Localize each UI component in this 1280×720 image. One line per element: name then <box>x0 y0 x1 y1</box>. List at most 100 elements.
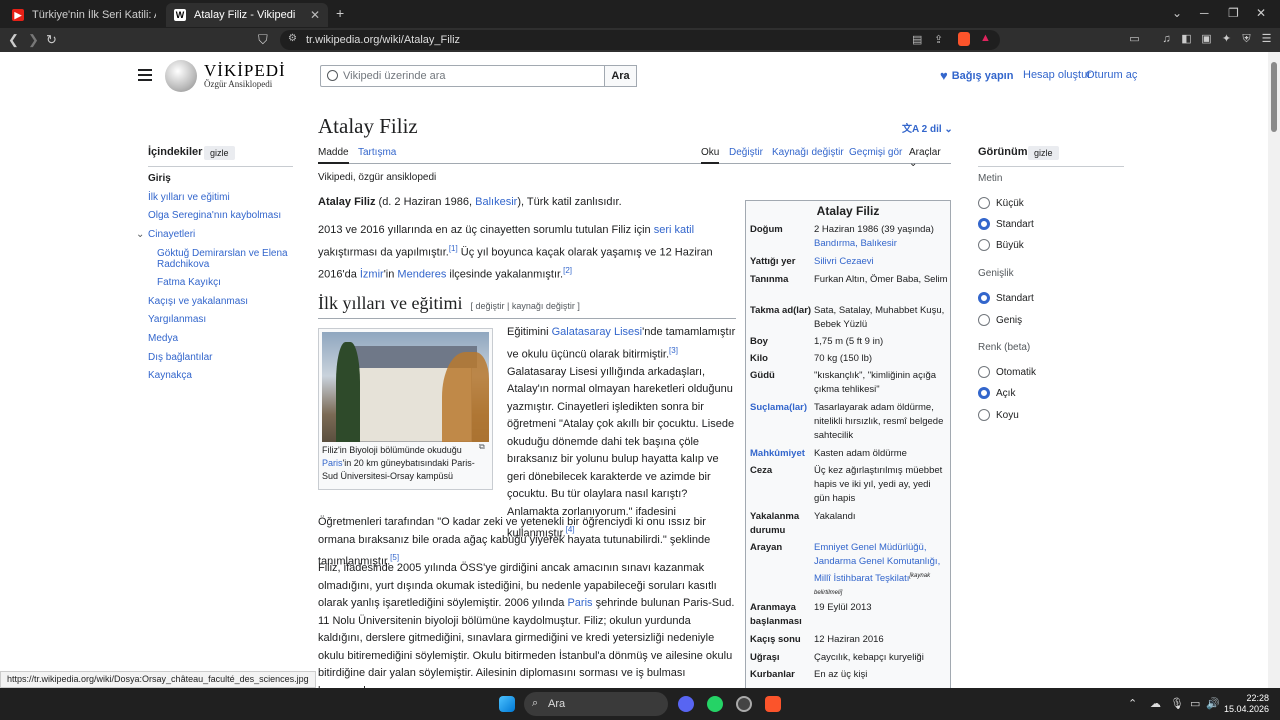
radio-button[interactable] <box>978 409 990 421</box>
link-galatasaray[interactable]: Galatasaray Lisesi <box>552 326 643 338</box>
menu-icon[interactable]: ☰ <box>1260 33 1273 46</box>
reference-link[interactable]: [2] <box>563 266 572 275</box>
close-window-icon[interactable]: ✕ <box>1256 6 1266 20</box>
whatsapp-icon[interactable] <box>707 696 723 712</box>
radio-button[interactable] <box>978 292 990 304</box>
wordmark[interactable]: VİKİPEDİ <box>204 61 286 81</box>
radio-button[interactable] <box>978 314 990 326</box>
appearance-hide-button[interactable]: gizle <box>1028 146 1059 160</box>
toc-item[interactable]: Cinayetleri <box>148 229 288 240</box>
main-menu-icon[interactable] <box>138 69 152 84</box>
radio-button[interactable] <box>978 239 990 251</box>
sidebar-icon[interactable]: ▭ <box>1128 33 1141 46</box>
tab-article[interactable]: Madde <box>318 147 349 164</box>
forward-icon[interactable]: ❯ <box>28 32 39 48</box>
chevron-up-icon[interactable]: ⌃ <box>1128 697 1137 710</box>
site-info-icon[interactable]: ⚙ <box>288 33 297 44</box>
new-tab-icon[interactable]: + <box>336 5 344 21</box>
bookmark-icon[interactable]: ⛉ <box>258 32 268 48</box>
link-seri-katil[interactable]: seri katil <box>654 224 694 236</box>
share-icon[interactable]: ⇪ <box>934 33 943 46</box>
scrollbar-thumb[interactable] <box>1271 62 1277 132</box>
toc-item[interactable]: Dış bağlantılar <box>148 352 288 363</box>
radio-color-auto[interactable]: Otomatik <box>978 366 1036 378</box>
toc-subitem[interactable]: Göktuğ Demirarslan ve Elena Radchikova <box>157 248 292 270</box>
toc-hide-button[interactable]: gizle <box>204 146 235 160</box>
infobox-value[interactable]: Silivri Cezaevi <box>814 255 948 269</box>
browser-tab-2[interactable]: W Atalay Filiz - Vikipedi ✕ <box>166 3 328 27</box>
toc-item[interactable]: Olga Seregina'nın kaybolması <box>148 210 288 221</box>
search-input[interactable]: Vikipedi üzerinde ara <box>320 65 606 87</box>
volume-icon[interactable]: 🔊 <box>1206 697 1220 710</box>
reference-link[interactable]: [3] <box>669 346 678 355</box>
maximize-icon[interactable]: ❐ <box>1228 6 1239 20</box>
infobox-key[interactable]: Suçlama(lar) <box>750 401 814 443</box>
close-tab-icon[interactable]: ✕ <box>310 8 320 22</box>
toc-item[interactable]: Medya <box>148 333 288 344</box>
enlarge-icon[interactable]: ⧉ <box>479 442 485 452</box>
link-menderes[interactable]: Menderes <box>397 268 446 280</box>
chevron-down-icon[interactable]: ⌄ <box>136 229 144 240</box>
radio-button[interactable] <box>978 387 990 399</box>
link-balikesir[interactable]: Balıkesir <box>475 196 517 208</box>
leo-ai-icon[interactable]: ✦ <box>1220 33 1233 46</box>
link-paris[interactable]: Paris <box>322 458 343 468</box>
radio-button[interactable] <box>978 366 990 378</box>
microphone-icon[interactable]: 🎙 <box>1170 697 1184 710</box>
radio-button[interactable] <box>978 218 990 230</box>
network-icon[interactable]: ▭ <box>1190 697 1200 710</box>
reference-link[interactable]: [1] <box>449 244 458 253</box>
toc-item[interactable]: Kaynakça <box>148 370 288 381</box>
link-izmir[interactable]: İzmir <box>360 268 384 280</box>
vpn-icon[interactable]: ⛨ <box>1240 33 1253 46</box>
language-button[interactable]: 文A 2 dil ⌄ <box>902 120 953 135</box>
split-view-icon[interactable]: ◧ <box>1180 33 1193 46</box>
radio-width-wide[interactable]: Geniş <box>978 314 1022 326</box>
tab-edit-source[interactable]: Kaynağı değiştir <box>772 147 844 158</box>
link-bandirma[interactable]: Bandırma, Balıkesir <box>814 238 897 249</box>
clock[interactable]: 22:28 15.04.2026 <box>1224 693 1269 715</box>
taskbar-search[interactable]: ⌕ Ara <box>524 692 668 716</box>
scrollbar[interactable] <box>1268 52 1280 688</box>
infobox-key[interactable]: Mahkûmiyet <box>750 447 814 461</box>
media-icon[interactable]: ♫ <box>1160 33 1173 46</box>
campus-photo[interactable] <box>322 332 489 442</box>
tab-tools[interactable]: Araçlar ⌄ <box>909 147 951 169</box>
reload-icon[interactable]: ↻ <box>46 32 57 48</box>
toc-item[interactable]: Yargılanması <box>148 314 288 325</box>
minimize-icon[interactable]: ─ <box>1200 6 1209 20</box>
reader-icon[interactable]: ▤ <box>912 33 922 46</box>
start-icon[interactable] <box>499 696 515 712</box>
radio-color-light[interactable]: Açık <box>978 387 1015 399</box>
brave-shields-icon[interactable] <box>958 32 970 46</box>
radio-width-standard[interactable]: Standart <box>978 292 1034 304</box>
brave-icon[interactable] <box>765 696 781 712</box>
radio-text-large[interactable]: Büyük <box>978 239 1024 251</box>
browser-tab-1[interactable]: ▶ Türkiye'nin İlk Seri Katili: Atalay Fi… <box>4 3 164 27</box>
toc-item[interactable]: Giriş <box>148 173 288 184</box>
link-paris[interactable]: Paris <box>567 597 592 609</box>
steam-icon[interactable] <box>736 696 752 712</box>
tab-read[interactable]: Oku <box>701 147 720 164</box>
tab-list-icon[interactable]: ⌄ <box>1172 6 1182 20</box>
radio-button[interactable] <box>978 197 990 209</box>
tab-talk[interactable]: Tartışma <box>358 147 396 158</box>
discord-icon[interactable] <box>678 696 694 712</box>
toc-item[interactable]: Kaçışı ve yakalanması <box>148 296 288 307</box>
login-link[interactable]: Oturum aç <box>1086 69 1137 81</box>
radio-text-small[interactable]: Küçük <box>978 197 1024 209</box>
back-icon[interactable]: ❮ <box>8 32 19 48</box>
section-edit-links[interactable]: [ değiştir | kaynağı değiştir ] <box>470 301 579 311</box>
tab-edit[interactable]: Değiştir <box>729 147 763 158</box>
brave-rewards-icon[interactable]: ▲ <box>980 32 991 44</box>
wallet-icon[interactable]: ▣ <box>1200 33 1213 46</box>
tab-history[interactable]: Geçmişi gör <box>849 147 902 158</box>
donate-link[interactable]: ♥ Bağış yapın <box>940 68 1013 83</box>
wikipedia-globe-logo[interactable] <box>165 60 197 92</box>
toc-subitem[interactable]: Fatma Kayıkçı <box>157 277 297 288</box>
create-account-link[interactable]: Hesap oluştur <box>1023 69 1091 81</box>
cloud-icon[interactable]: ☁ <box>1150 697 1161 710</box>
toc-item[interactable]: İlk yılları ve eğitimi <box>148 192 288 203</box>
search-button[interactable]: Ara <box>604 65 637 87</box>
address-bar[interactable]: ⚙ tr.wikipedia.org/wiki/Atalay_Filiz ▤ ⇪… <box>280 30 1000 50</box>
